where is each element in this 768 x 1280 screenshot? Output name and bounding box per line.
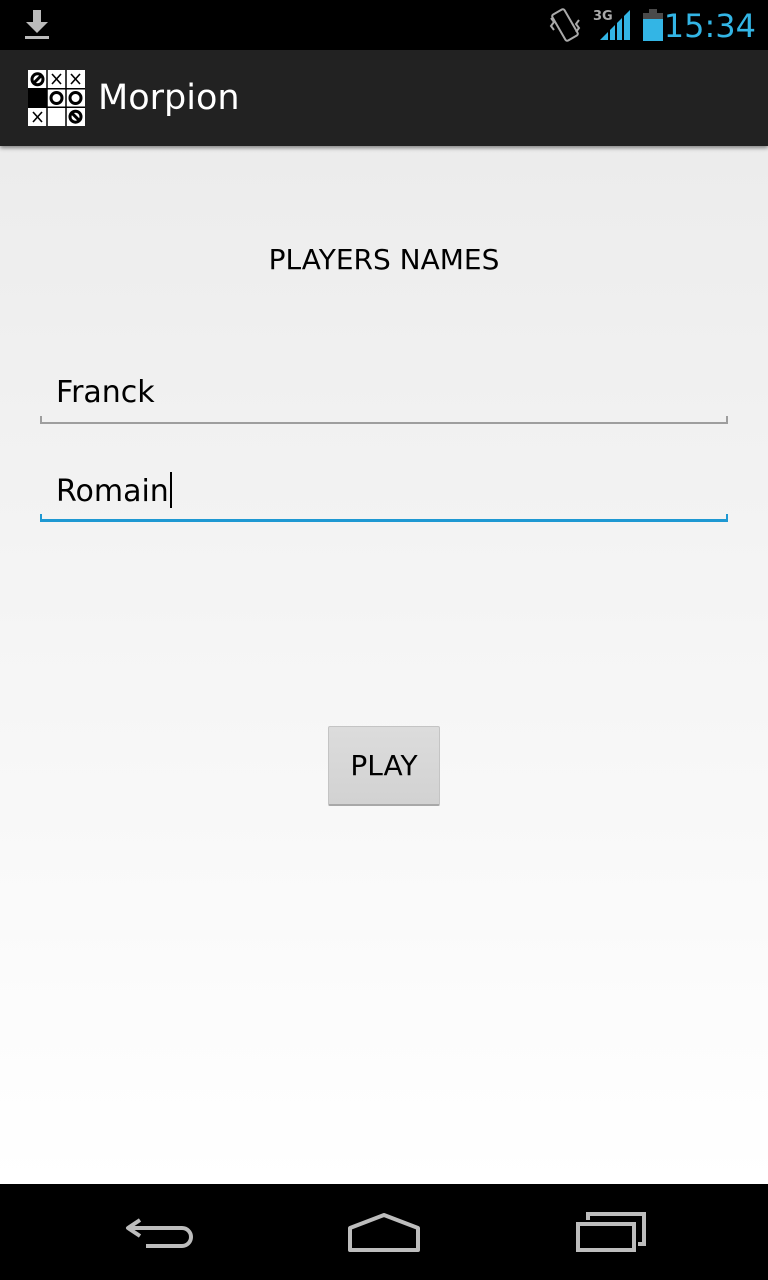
vibrate-icon [548,6,582,49]
text-cursor [169,472,172,508]
action-bar: Morpion [0,50,768,146]
back-icon[interactable] [122,1208,198,1263]
main-content: PLAYERS NAMES Franck Romain PLAY [0,146,768,1184]
battery-icon [642,8,664,47]
network-type-label: 3G [593,9,613,24]
field-tick-right [726,514,728,522]
clock: 15:34 [663,7,756,45]
home-icon[interactable] [346,1208,422,1263]
download-icon [22,8,52,47]
field-tick-left [40,514,42,522]
field-tick-right [726,416,728,424]
tic-tac-toe-icon[interactable] [28,70,85,131]
player2-name-text: Romain [56,472,172,511]
status-bar: 3G 15:34 [0,0,768,50]
app-title: Morpion [98,78,240,118]
signal-icon: 3G [592,6,632,47]
player1-name-field[interactable]: Franck [40,364,728,424]
player2-name-value: Romain [56,474,169,509]
field-underline [40,422,728,424]
player1-name-value: Franck [56,375,155,410]
play-button[interactable]: PLAY [328,726,440,806]
recent-apps-icon[interactable] [574,1208,650,1263]
navigation-bar [0,1184,768,1280]
page-title: PLAYERS NAMES [268,243,500,276]
player2-name-field[interactable]: Romain [40,462,728,522]
field-tick-left [40,416,42,424]
field-underline-focused [40,519,728,522]
